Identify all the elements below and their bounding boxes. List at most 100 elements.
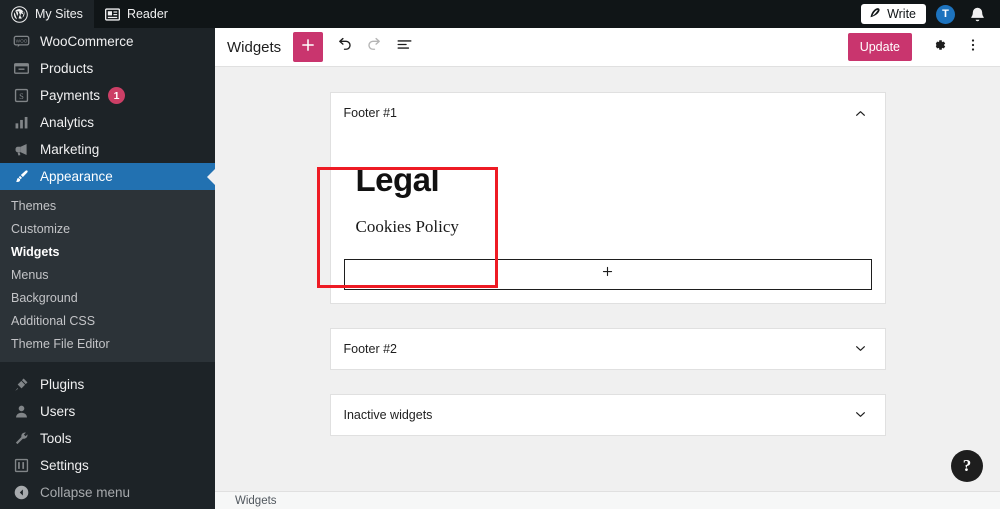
- sidebar-subitem-additional-css[interactable]: Additional CSS: [0, 310, 215, 333]
- gear-icon: [930, 36, 948, 59]
- sidebar-item-label: Payments: [40, 88, 101, 103]
- wordpress-logo-icon: [11, 5, 28, 23]
- sidebar-item-label: Users: [40, 404, 76, 419]
- sidebar-item-users[interactable]: Users: [0, 398, 215, 425]
- svg-text:WOO: WOO: [15, 38, 27, 43]
- appearance-submenu: Themes Customize Widgets Menus Backgroun…: [0, 190, 215, 362]
- widget-area-panel-inactive-widgets: Inactive widgets: [329, 393, 886, 436]
- widget-area-header-inactive-widgets[interactable]: Inactive widgets: [331, 395, 885, 435]
- sidebar-item-tools[interactable]: Tools: [0, 425, 215, 452]
- chevron-up-icon: [852, 105, 869, 122]
- sidebar-item-label: Appearance: [40, 169, 113, 184]
- editor-header-right-group: Update: [847, 32, 988, 62]
- help-button-glyph: ?: [962, 456, 972, 475]
- plus-icon: [299, 36, 317, 59]
- settings-sliders-icon: [11, 456, 31, 476]
- widget-area-panel-footer-1: Footer #1 Legal Cookies Policy: [329, 92, 886, 304]
- redo-arrow-icon: [365, 35, 384, 59]
- sidebar-item-appearance[interactable]: Appearance: [0, 163, 215, 190]
- widget-area-title: Footer #2: [343, 341, 398, 356]
- heading-block-legal[interactable]: Legal: [344, 143, 872, 199]
- users-person-icon: [11, 402, 31, 422]
- payments-badge: 1: [108, 87, 126, 104]
- sidebar-item-label: Marketing: [40, 142, 100, 157]
- undo-button[interactable]: [329, 32, 359, 62]
- marketing-megaphone-icon: [11, 140, 31, 160]
- sidebar-subitem-background[interactable]: Background: [0, 287, 215, 310]
- sidebar-subitem-menus[interactable]: Menus: [0, 264, 215, 287]
- sidebar-subitem-themes[interactable]: Themes: [0, 195, 215, 218]
- collapse-arrow-left-icon: [11, 483, 31, 503]
- three-dots-vertical-icon: [964, 36, 982, 59]
- active-menu-arrow-icon: [207, 168, 215, 185]
- sidebar-item-label: Settings: [40, 458, 89, 473]
- list-view-icon: [395, 35, 414, 59]
- editor-header-toolbar: Widgets Update: [215, 28, 1000, 67]
- reader-icon: [104, 7, 120, 21]
- woocommerce-icon: WOO: [11, 32, 31, 52]
- list-view-button[interactable]: [389, 32, 419, 62]
- page-title: Widgets: [227, 38, 282, 56]
- sidebar-item-label: Tools: [40, 431, 72, 446]
- sidebar-item-label: WooCommerce: [40, 34, 134, 49]
- appearance-brush-icon: [11, 167, 31, 187]
- settings-button[interactable]: [924, 32, 954, 62]
- sidebar-item-plugins[interactable]: Plugins: [0, 371, 215, 398]
- adminbar-my-sites-label: My Sites: [35, 7, 83, 21]
- svg-text:S: S: [19, 91, 24, 101]
- help-question-icon[interactable]: ?: [951, 450, 983, 482]
- bell-icon[interactable]: [969, 6, 986, 23]
- sidebar-item-label: Products: [40, 61, 94, 76]
- redo-button[interactable]: [359, 32, 389, 62]
- sidebar-item-analytics[interactable]: Analytics: [0, 109, 215, 136]
- widget-area-title: Footer #1: [343, 106, 398, 120]
- link-block-cookies-policy[interactable]: Cookies Policy: [344, 199, 872, 259]
- pencil-icon: [869, 7, 881, 22]
- collapse-menu-button[interactable]: Collapse menu: [0, 479, 215, 506]
- chevron-down-icon: [852, 340, 869, 357]
- admin-bar: My Sites Reader Write T: [0, 0, 1000, 28]
- widget-areas-list: Footer #1 Legal Cookies Policy Footer #2…: [329, 92, 886, 436]
- widget-area-header-footer-1[interactable]: Footer #1: [331, 93, 885, 133]
- plugins-plug-icon: [11, 375, 31, 395]
- widget-area-panel-footer-2: Footer #2: [329, 327, 886, 370]
- sidebar-item-label: Analytics: [40, 115, 95, 130]
- undo-arrow-icon: [335, 35, 354, 59]
- breadcrumb: Widgets: [235, 494, 277, 507]
- write-button[interactable]: Write: [861, 4, 926, 24]
- adminbar-reader[interactable]: Reader: [94, 0, 179, 28]
- update-button[interactable]: Update: [847, 33, 912, 61]
- sidebar-subitem-theme-file-editor[interactable]: Theme File Editor: [0, 333, 215, 356]
- admin-sidebar-menu: WOO WooCommerce Products S Payments 1 An…: [0, 28, 215, 509]
- sidebar-subitem-customize[interactable]: Customize: [0, 218, 215, 241]
- sidebar-subitem-widgets[interactable]: Widgets: [0, 241, 215, 264]
- more-options-button[interactable]: [958, 32, 988, 62]
- widget-area-header-footer-2[interactable]: Footer #2: [331, 329, 885, 369]
- sidebar-item-label: Plugins: [40, 377, 85, 392]
- block-appender-button[interactable]: [343, 258, 872, 290]
- payments-card-icon: S: [11, 86, 31, 106]
- avatar[interactable]: T: [936, 4, 955, 24]
- add-block-button[interactable]: [293, 32, 324, 62]
- widget-area-body-footer-1: Legal Cookies Policy: [331, 133, 885, 303]
- adminbar-right-group: Write T: [861, 4, 1000, 24]
- menu-separator: [0, 362, 215, 371]
- editor-status-bar: Widgets: [215, 491, 1000, 509]
- editor-canvas: Footer #1 Legal Cookies Policy Footer #2…: [215, 67, 1000, 491]
- sidebar-item-settings[interactable]: Settings: [0, 452, 215, 479]
- tools-wrench-icon: [11, 429, 31, 449]
- adminbar-my-sites[interactable]: My Sites: [0, 0, 94, 28]
- analytics-bar-chart-icon: [11, 113, 31, 133]
- collapse-menu-label: Collapse menu: [40, 485, 131, 500]
- avatar-initial: T: [942, 8, 949, 20]
- sidebar-item-marketing[interactable]: Marketing: [0, 136, 215, 163]
- widget-area-title: Inactive widgets: [343, 407, 433, 422]
- write-button-label: Write: [887, 7, 916, 21]
- products-box-icon: [11, 59, 31, 79]
- sidebar-item-payments[interactable]: S Payments 1: [0, 82, 215, 109]
- chevron-down-icon: [852, 406, 869, 423]
- adminbar-reader-label: Reader: [126, 7, 168, 21]
- plus-icon: [600, 264, 615, 284]
- sidebar-item-products[interactable]: Products: [0, 55, 215, 82]
- sidebar-item-woocommerce[interactable]: WOO WooCommerce: [0, 28, 215, 55]
